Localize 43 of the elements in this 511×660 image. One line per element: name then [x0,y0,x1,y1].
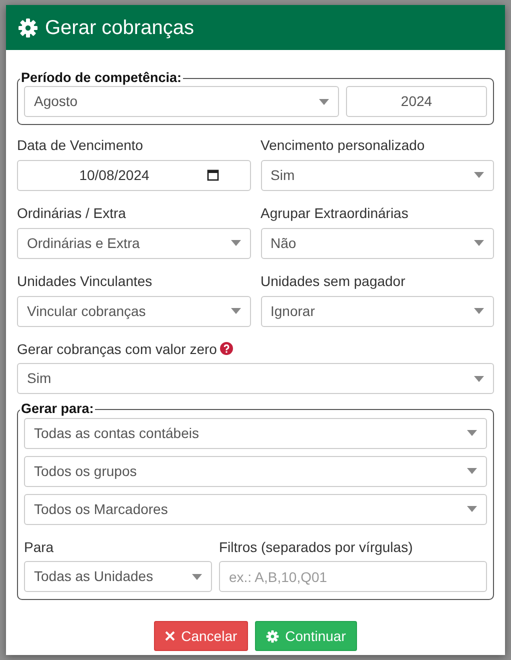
field-label: Ordinárias / Extra [17,204,127,222]
dropdown[interactable]: Todas as contas contábeis [24,418,487,449]
dropdown[interactable]: Não [260,228,494,259]
year-field[interactable]: 2024 [346,86,487,118]
close-icon [165,631,176,642]
caret-icon [467,506,477,512]
help-icon[interactable] [220,342,234,356]
gear-icon [18,18,38,38]
caret-icon [474,240,484,246]
field-label: Filtros (separados por vírgulas) [219,538,414,556]
caret-icon [467,430,477,436]
fieldset-legend: Gerar para: [20,401,95,418]
caret-icon [230,240,240,246]
field-label: Unidades sem pagador [260,272,406,290]
dropdown[interactable]: Ignorar [260,296,494,327]
caret-icon [474,172,484,178]
dropdown[interactable]: Sim [17,363,494,394]
dialog-title: Gerar cobranças [45,16,194,40]
dropdown[interactable]: Todos os Marcadores [24,494,487,525]
dropdown[interactable]: Vincular cobranças [17,296,250,327]
filter-field[interactable]: ex.: A,B,10,Q01 [219,561,487,592]
field-label: Para [24,538,55,556]
caret-icon [230,308,240,314]
field-label: Vencimento personalizado [260,137,426,154]
calendar-icon[interactable] [207,169,220,182]
caret-icon [474,308,484,314]
caret-icon [192,574,202,580]
dropdown[interactable]: Ordinárias e Extra [17,228,250,259]
field-label: Agrupar Extraordinárias [260,204,410,222]
date-field[interactable]: 10/08/2024 [17,160,250,191]
field-label: Data de Vencimento [17,137,144,154]
caret-icon [319,98,329,105]
caret-icon [474,376,484,382]
dropdown[interactable]: Todos os grupos [24,456,487,487]
dropdown[interactable]: Agosto [24,86,339,118]
field-label: Unidades Vinculantes [17,272,154,290]
gear-icon [266,630,280,643]
caret-icon [467,468,477,474]
dropdown[interactable]: Todas as Unidades [24,561,212,592]
fieldset-legend: Período de competência: [20,70,183,86]
cancel-button[interactable]: Cancelar [154,621,248,652]
field-label: Gerar cobranças com valor zero [17,340,217,358]
dropdown[interactable]: Sim [260,160,494,191]
